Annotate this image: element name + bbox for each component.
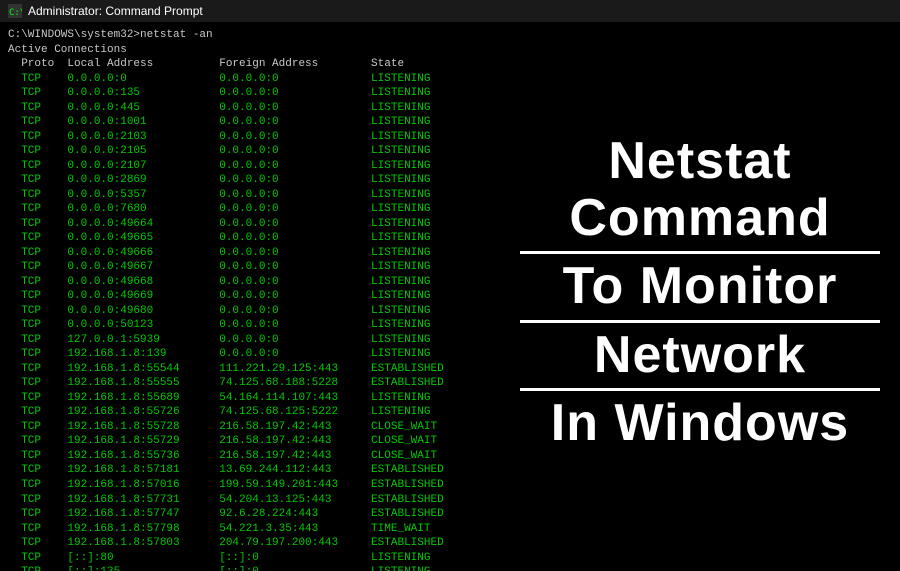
table-row: TCP 192.168.1.8:57731 54.204.13.125:443 … bbox=[8, 493, 492, 508]
table-row: TCP 0.0.0.0:49667 0.0.0.0:0 LISTENING bbox=[8, 260, 492, 275]
title-bar: C:\ Administrator: Command Prompt bbox=[0, 0, 900, 22]
overlay-line-4: In Windows bbox=[520, 395, 880, 456]
table-row: TCP 0.0.0.0:49666 0.0.0.0:0 LISTENING bbox=[8, 246, 492, 261]
table-row: TCP 192.168.1.8:55729 216.58.197.42:443 … bbox=[8, 434, 492, 449]
table-row: TCP 192.168.1.8:55726 74.125.68.125:5222… bbox=[8, 405, 492, 420]
table-row: TCP 0.0.0.0:2103 0.0.0.0:0 LISTENING bbox=[8, 130, 492, 145]
table-row: TCP 192.168.1.8:57181 13.69.244.112:443 … bbox=[8, 463, 492, 478]
overlay-line-2: To Monitor bbox=[520, 258, 880, 322]
table-row: TCP [::]:135 [::]:0 LISTENING bbox=[8, 565, 492, 571]
overlay-line-3: Network bbox=[520, 327, 880, 391]
table-row: TCP 0.0.0.0:49665 0.0.0.0:0 LISTENING bbox=[8, 231, 492, 246]
table-row: TCP 0.0.0.0:2107 0.0.0.0:0 LISTENING bbox=[8, 159, 492, 174]
overlay-panel: Netstat Command To Monitor Network In Wi… bbox=[500, 22, 900, 571]
title-bar-text: Administrator: Command Prompt bbox=[28, 4, 892, 18]
table-row: TCP 192.168.1.8:55736 216.58.197.42:443 … bbox=[8, 449, 492, 464]
table-row: TCP 192.168.1.8:55555 74.125.68.188:5228… bbox=[8, 376, 492, 391]
table-row: TCP 0.0.0.0:49668 0.0.0.0:0 LISTENING bbox=[8, 275, 492, 290]
table-row: TCP 192.168.1.8:57803 204.79.197.200:443… bbox=[8, 536, 492, 551]
table-row: TCP 0.0.0.0:1001 0.0.0.0:0 LISTENING bbox=[8, 115, 492, 130]
cmd-icon: C:\ bbox=[8, 4, 22, 18]
table-row: TCP 0.0.0.0:135 0.0.0.0:0 LISTENING bbox=[8, 86, 492, 101]
table-row: TCP 127.0.0.1:5939 0.0.0.0:0 LISTENING bbox=[8, 333, 492, 348]
table-row: TCP 192.168.1.8:55689 54.164.114.107:443… bbox=[8, 391, 492, 406]
overlay-title: Netstat Command To Monitor Network In Wi… bbox=[520, 133, 880, 460]
table-row: TCP 192.168.1.8:57747 92.6.28.224:443 ES… bbox=[8, 507, 492, 522]
window: C:\ Administrator: Command Prompt C:\WIN… bbox=[0, 0, 900, 571]
table-row: TCP 0.0.0.0:2105 0.0.0.0:0 LISTENING bbox=[8, 144, 492, 159]
table-row: TCP [::]:80 [::]:0 LISTENING bbox=[8, 551, 492, 566]
table-row: TCP 0.0.0.0:49664 0.0.0.0:0 LISTENING bbox=[8, 217, 492, 232]
table-row: TCP 192.168.1.8:55728 216.58.197.42:443 … bbox=[8, 420, 492, 435]
active-connections-label: Active Connections bbox=[8, 43, 492, 58]
table-row: TCP 0.0.0.0:2869 0.0.0.0:0 LISTENING bbox=[8, 173, 492, 188]
table-row: TCP 0.0.0.0:49680 0.0.0.0:0 LISTENING bbox=[8, 304, 492, 319]
table-row: TCP 192.168.1.8:57016 199.59.149.201:443… bbox=[8, 478, 492, 493]
table-row: TCP 0.0.0.0:5357 0.0.0.0:0 LISTENING bbox=[8, 188, 492, 203]
command-prompt: C:\WINDOWS\system32>netstat -an bbox=[8, 28, 492, 43]
svg-text:C:\: C:\ bbox=[9, 8, 22, 18]
table-row: TCP 0.0.0.0:7680 0.0.0.0:0 LISTENING bbox=[8, 202, 492, 217]
terminal-panel: C:\WINDOWS\system32>netstat -an Active C… bbox=[0, 22, 500, 571]
table-row: TCP 0.0.0.0:50123 0.0.0.0:0 LISTENING bbox=[8, 318, 492, 333]
table-row: TCP 0.0.0.0:0 0.0.0.0:0 LISTENING bbox=[8, 72, 492, 87]
overlay-line-1: Netstat Command bbox=[520, 133, 880, 254]
terminal-rows: TCP 0.0.0.0:0 0.0.0.0:0 LISTENING TCP 0.… bbox=[8, 72, 492, 571]
table-row: TCP 192.168.1.8:139 0.0.0.0:0 LISTENING bbox=[8, 347, 492, 362]
table-row: TCP 192.168.1.8:57798 54.221.3.35:443 TI… bbox=[8, 522, 492, 537]
table-row: TCP 192.168.1.8:55544 111.221.29.125:443… bbox=[8, 362, 492, 377]
column-headers: Proto Local Address Foreign Address Stat… bbox=[8, 57, 492, 72]
content-area: C:\WINDOWS\system32>netstat -an Active C… bbox=[0, 22, 900, 571]
table-row: TCP 0.0.0.0:49669 0.0.0.0:0 LISTENING bbox=[8, 289, 492, 304]
table-row: TCP 0.0.0.0:445 0.0.0.0:0 LISTENING bbox=[8, 101, 492, 116]
